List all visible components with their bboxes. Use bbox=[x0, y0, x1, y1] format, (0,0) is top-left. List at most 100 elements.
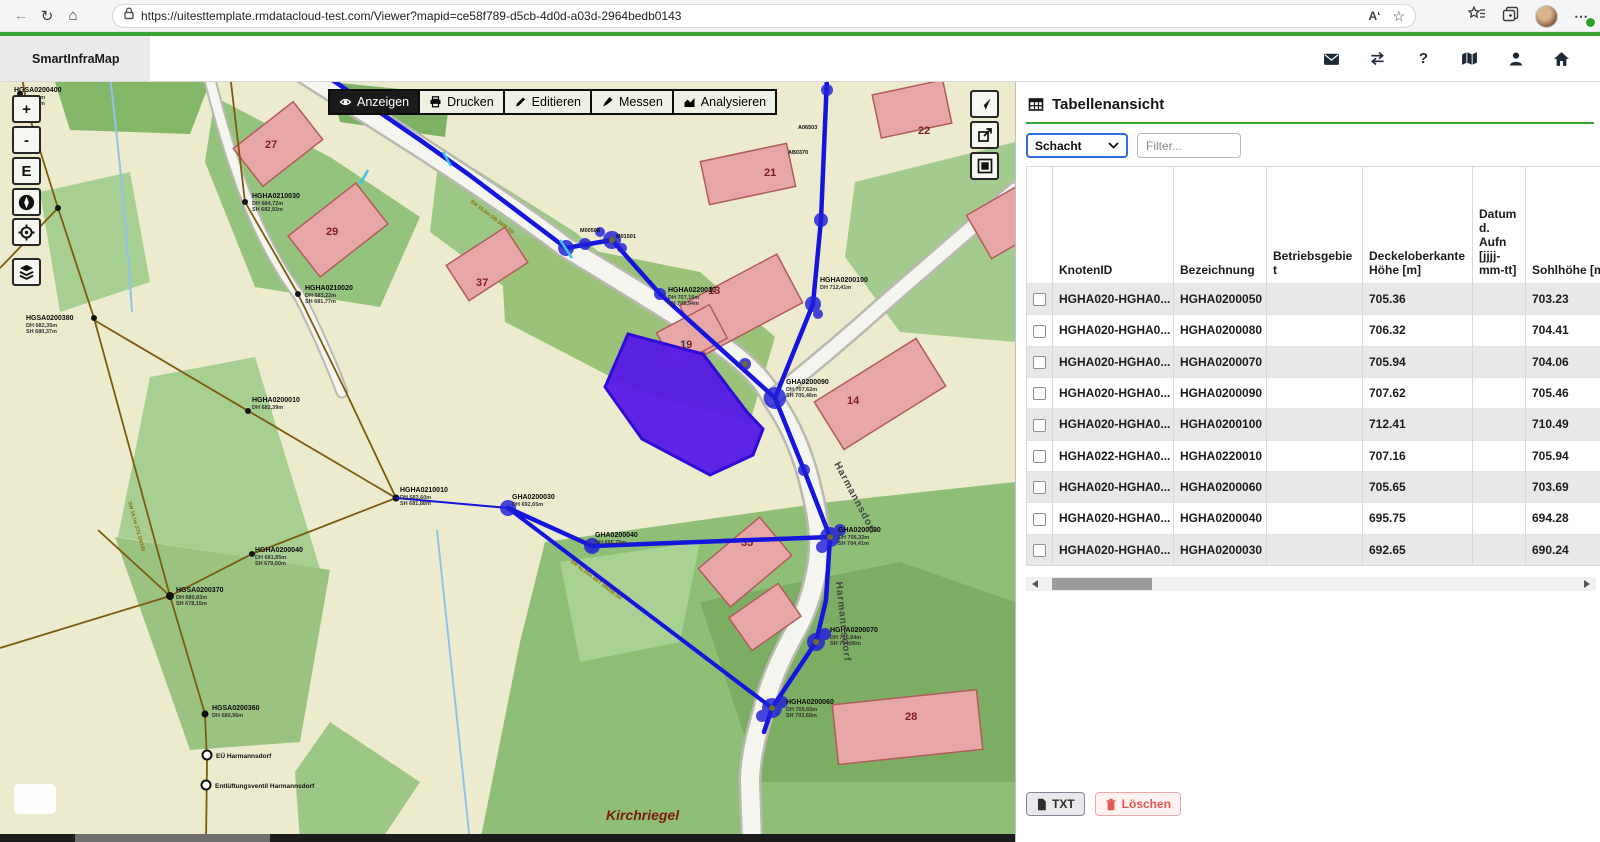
mode-button-analysieren[interactable]: Analysieren bbox=[672, 89, 777, 115]
zoom-in-button[interactable]: + bbox=[12, 95, 41, 123]
col-deckeloberkante: Deckeloberkante Höhe [m] bbox=[1363, 167, 1473, 284]
zoom-out-button[interactable]: - bbox=[12, 126, 41, 154]
svg-text:HGHA0200100: HGHA0200100 bbox=[820, 277, 868, 284]
share-button[interactable] bbox=[970, 121, 999, 149]
row-checkbox[interactable] bbox=[1033, 325, 1046, 338]
table-row[interactable]: HGHA020-HGHA0... HGHA0200100 712.41 710.… bbox=[1027, 409, 1600, 440]
svg-text:DH 682,39m: DH 682,39m bbox=[252, 405, 283, 411]
table-horizontal-scrollbar[interactable] bbox=[1026, 577, 1596, 591]
feature-table: KnotenID Bezeichnung Betriebsgebiet Deck… bbox=[1026, 166, 1600, 566]
svg-text:HGHA0210030: HGHA0210030 bbox=[252, 193, 300, 200]
map-horizontal-scrollbar[interactable] bbox=[0, 834, 1015, 842]
table-row[interactable]: HGHA020-HGHA0... HGHA0200080 706.32 704.… bbox=[1027, 315, 1600, 346]
export-txt-button[interactable]: TXT bbox=[1026, 792, 1085, 816]
svg-text:HGHA0200060: HGHA0200060 bbox=[786, 699, 834, 706]
help-icon[interactable]: ? bbox=[1415, 50, 1432, 67]
row-checkbox[interactable] bbox=[1033, 356, 1046, 369]
profile-avatar[interactable] bbox=[1535, 5, 1558, 28]
svg-text:27: 27 bbox=[265, 139, 277, 151]
swap-arrows-icon[interactable] bbox=[1369, 50, 1386, 67]
map-scrollbar-thumb[interactable] bbox=[75, 834, 270, 842]
trash-icon bbox=[1105, 798, 1117, 811]
app-header: SmartInfraMap ? bbox=[0, 36, 1600, 82]
browser-back-icon[interactable]: ← bbox=[8, 3, 34, 29]
table-row[interactable]: HGHA020-HGHA0... HGHA0200050 705.36 703.… bbox=[1027, 284, 1600, 315]
mode-button-anzeigen[interactable]: Anzeigen bbox=[328, 89, 420, 115]
map-canvas[interactable]: 27 29 37 22 21 13 14 35 28 bbox=[0, 82, 1015, 842]
browser-home-icon[interactable]: ⌂ bbox=[60, 3, 86, 29]
panel-title: Tabellenansicht bbox=[1052, 96, 1164, 113]
svg-text:14: 14 bbox=[847, 395, 860, 407]
table-row[interactable]: HGHA020-HGHA0... HGHA0200040 695.75 694.… bbox=[1027, 503, 1600, 534]
map-icon[interactable] bbox=[1461, 50, 1478, 67]
svg-text:A06503: A06503 bbox=[798, 125, 817, 131]
table-row[interactable]: HGHA020-HGHA0... HGHA0200060 705.65 703.… bbox=[1027, 471, 1600, 502]
scroll-right-arrow[interactable] bbox=[1584, 580, 1590, 588]
navigation-arrow-icon bbox=[977, 96, 993, 112]
svg-text:SH 681,77m: SH 681,77m bbox=[305, 299, 336, 305]
menu-badge bbox=[1585, 17, 1596, 28]
svg-text:SH 704,41m: SH 704,41m bbox=[838, 541, 869, 547]
table-row[interactable]: HGHA020-HGHA0... HGHA0200070 705.94 704.… bbox=[1027, 346, 1600, 377]
scroll-left-arrow[interactable] bbox=[1032, 580, 1038, 588]
mode-button-drucken[interactable]: Drucken bbox=[418, 89, 505, 115]
eye-icon bbox=[339, 96, 352, 108]
lock-icon bbox=[123, 7, 135, 25]
row-checkbox[interactable] bbox=[1033, 513, 1046, 526]
row-checkbox[interactable] bbox=[1033, 544, 1046, 557]
row-checkbox[interactable] bbox=[1033, 481, 1046, 494]
favorites-bar-icon[interactable] bbox=[1468, 6, 1486, 27]
mode-button-messen[interactable]: Messen bbox=[590, 89, 674, 115]
navigate-button[interactable] bbox=[970, 90, 999, 118]
chevron-down-icon bbox=[1108, 142, 1119, 149]
table-scrollbar-thumb[interactable] bbox=[1052, 578, 1152, 590]
table-header-row: KnotenID Bezeichnung Betriebsgebiet Deck… bbox=[1027, 167, 1600, 284]
tab-smartinframap[interactable]: SmartInfraMap bbox=[0, 36, 150, 81]
home-icon[interactable] bbox=[1553, 50, 1570, 67]
svg-text:HGHA0210020: HGHA0210020 bbox=[305, 285, 353, 292]
crosshair-icon bbox=[18, 224, 35, 241]
delete-button[interactable]: Löschen bbox=[1095, 792, 1181, 816]
mail-icon[interactable] bbox=[1323, 50, 1340, 67]
external-link-icon bbox=[977, 127, 993, 143]
application-window: ← ↻ ⌂ https://uitesttemplate.rmdatacloud… bbox=[0, 0, 1600, 842]
row-checkbox[interactable] bbox=[1033, 450, 1046, 463]
svg-text:28: 28 bbox=[905, 711, 917, 723]
address-bar[interactable]: https://uitesttemplate.rmdatacloud-test.… bbox=[112, 4, 1416, 28]
compass-button[interactable] bbox=[12, 188, 41, 216]
svg-text:SH 678,15m: SH 678,15m bbox=[176, 601, 207, 607]
locate-button[interactable] bbox=[12, 218, 41, 246]
svg-text:HGHA0200040: HGHA0200040 bbox=[255, 547, 303, 554]
collections-icon[interactable] bbox=[1502, 6, 1519, 27]
read-aloud-icon[interactable]: Aʻ bbox=[1368, 9, 1380, 23]
extent-button[interactable]: E bbox=[12, 157, 41, 185]
layer-select[interactable]: Schacht bbox=[1026, 133, 1128, 158]
svg-text:HGSA0200370: HGSA0200370 bbox=[176, 587, 224, 594]
table-row[interactable]: HGHA020-HGHA0... HGHA0200030 692.65 690.… bbox=[1027, 534, 1600, 565]
row-checkbox[interactable] bbox=[1033, 387, 1046, 400]
svg-text:GHA0200040: GHA0200040 bbox=[595, 532, 638, 539]
row-checkbox[interactable] bbox=[1033, 293, 1046, 306]
screenshot-button[interactable] bbox=[970, 152, 999, 180]
panel-accent-line bbox=[1026, 122, 1594, 124]
select-column-header bbox=[1027, 167, 1053, 284]
map-viewport[interactable]: 27 29 37 22 21 13 14 35 28 bbox=[0, 82, 1016, 842]
app-title: SmartInfraMap bbox=[32, 52, 120, 66]
mode-button-editieren[interactable]: Editieren bbox=[503, 89, 592, 115]
col-betriebsgebiet: Betriebsgebiet bbox=[1267, 167, 1363, 284]
browser-menu-icon[interactable]: ⋯ bbox=[1574, 8, 1592, 25]
table-row[interactable]: HGHA022-HGHA0... HGHA0220010 707.16 705.… bbox=[1027, 440, 1600, 471]
table-row[interactable]: HGHA020-HGHA0... HGHA0200090 707.62 705.… bbox=[1027, 377, 1600, 408]
svg-text:SH 705,94m: SH 705,94m bbox=[668, 301, 699, 307]
col-knotenid: KnotenID bbox=[1053, 167, 1174, 284]
favorites-star-icon[interactable]: ☆ bbox=[1392, 8, 1405, 25]
filter-input[interactable] bbox=[1137, 133, 1241, 158]
user-icon[interactable] bbox=[1507, 50, 1524, 67]
browser-refresh-icon[interactable]: ↻ bbox=[34, 3, 60, 29]
annotation-vent: Entlüftungsventil Harmannsdorf bbox=[215, 783, 315, 790]
row-checkbox[interactable] bbox=[1033, 419, 1046, 432]
table-container: KnotenID Bezeichnung Betriebsgebiet Deck… bbox=[1026, 166, 1600, 566]
table-icon bbox=[1028, 97, 1044, 112]
layers-button[interactable] bbox=[12, 258, 41, 286]
svg-text:M01501: M01501 bbox=[616, 234, 636, 240]
